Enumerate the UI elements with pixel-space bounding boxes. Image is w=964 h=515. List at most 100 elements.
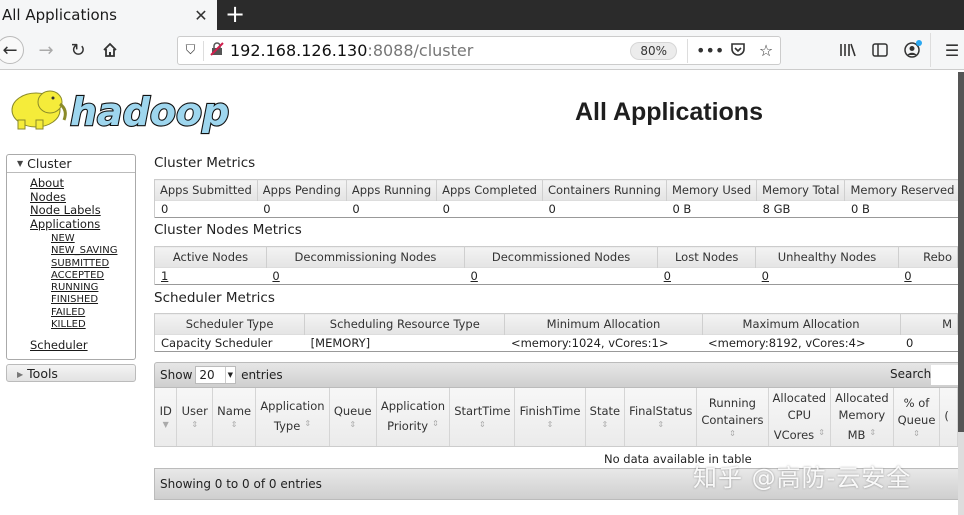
apps-running-value: 0 — [346, 200, 437, 218]
col-label: Queue — [333, 404, 372, 419]
cluster-nodes-metrics-title: Cluster Nodes Metrics — [154, 222, 302, 238]
col-percent-of-cluster[interactable]: ( — [939, 388, 958, 447]
page-title: All Applications — [575, 98, 763, 126]
col-running-containers[interactable]: Running Containers ⇕ — [696, 388, 769, 447]
containers-running-value: 0 — [542, 200, 667, 218]
sidebar-link-killed[interactable]: KILLED — [51, 319, 135, 331]
sidebar-link-accepted[interactable]: ACCEPTED — [51, 270, 135, 282]
sort-icon: ⇕ — [304, 419, 312, 429]
scheduler-metrics-table: Scheduler Type Scheduling Resource Type … — [153, 313, 958, 352]
sidebar-link-about[interactable]: About — [30, 176, 135, 191]
col-state[interactable]: State ⇕ — [585, 388, 626, 447]
chevron-down-icon: ▼ — [224, 367, 235, 383]
sort-icon: ⇕ — [729, 428, 736, 438]
col-allocated-memory-mb[interactable]: Allocated Memory MB ⇕ — [830, 388, 894, 447]
col-label: Memory — [838, 407, 886, 422]
triangle-right-icon: ▶ — [17, 369, 24, 379]
col-rebooted-nodes: Rebo — [898, 246, 958, 268]
sort-icon: ⇕ — [657, 420, 665, 430]
decommissioned-nodes-link[interactable]: 0 — [471, 269, 478, 283]
col-apps-submitted: Apps Submitted — [154, 179, 258, 201]
sidebar: ▼ Cluster About Nodes Node Labels Applica… — [6, 154, 136, 382]
col-label: CPU — [787, 407, 811, 422]
sidebar-link-new-saving[interactable]: NEW_SAVING — [51, 245, 135, 257]
sidebar-link-applications[interactable]: Applications — [30, 217, 135, 232]
show-label: Show — [160, 368, 193, 382]
sort-icon: ⇕ — [432, 419, 439, 429]
col-apps-running: Apps Running — [346, 179, 438, 201]
cluster-toggle[interactable]: ▼ Cluster — [7, 155, 135, 173]
watermark: 知乎 @高防-云安全 — [693, 464, 912, 492]
col-label: Application — [260, 399, 325, 414]
sidebar-link-running[interactable]: RUNNING — [51, 282, 135, 294]
col-id[interactable]: ID ▼ — [153, 388, 178, 447]
col-label: Name — [217, 404, 252, 419]
sidebar-link-submitted[interactable]: SUBMITTED — [51, 258, 135, 270]
decommissioning-nodes-link[interactable]: 0 — [272, 269, 279, 283]
sort-icon: ⇕ — [349, 420, 357, 430]
col-allocated-cpu-vcores[interactable]: Allocated CPU VCores ⇕ — [768, 388, 832, 447]
sort-desc-icon: ▼ — [162, 420, 169, 430]
sidebar-link-failed[interactable]: FAILED — [51, 307, 135, 319]
memory-used-value: 0 B — [666, 200, 757, 218]
hadoop-logo[interactable]: hadoop — [6, 80, 246, 140]
col-start-time[interactable]: StartTime ⇕ — [449, 388, 516, 447]
col-queue[interactable]: Queue ⇕ — [329, 388, 377, 447]
rebooted-nodes-link[interactable]: 0 — [904, 269, 911, 283]
apps-submitted-value: 0 — [154, 200, 258, 218]
scheduler-type-value: Capacity Scheduler — [153, 334, 305, 352]
memory-reserved-value: 0 B — [844, 200, 958, 218]
tools-toggle[interactable]: ▶ Tools — [6, 363, 136, 382]
triangle-down-icon: ▼ — [17, 159, 24, 168]
sort-icon: ⇕ — [191, 420, 199, 430]
col-minimum-allocation: Minimum Allocation — [504, 313, 703, 335]
col-label: State — [589, 404, 621, 419]
col-name[interactable]: Name ⇕ — [212, 388, 257, 447]
col-maximum-allocation: Maximum Allocation — [702, 313, 901, 335]
col-label: FinalStatus — [629, 404, 693, 419]
col-label: Allocated — [835, 390, 889, 405]
entries-label: entries — [241, 368, 283, 382]
col-label: MB — [847, 427, 866, 442]
col-memory-used: Memory Used — [666, 179, 758, 201]
lost-nodes-link[interactable]: 0 — [664, 269, 671, 283]
col-decommissioned-nodes: Decommissioned Nodes — [464, 246, 659, 268]
logo-text: hadoop — [70, 90, 229, 134]
col-containers-running: Containers Running — [542, 179, 667, 201]
col-label: Application — [380, 399, 446, 414]
col-finish-time[interactable]: FinishTime ⇕ — [514, 388, 586, 447]
applications-table: ID ▼ User ⇕ Name ⇕ Application Type ⇕ Queue ⇕ … — [153, 388, 958, 447]
sidebar-link-new[interactable]: NEW — [51, 233, 135, 245]
sort-icon: ⇕ — [869, 427, 877, 437]
sidebar-link-scheduler[interactable]: Scheduler — [30, 339, 135, 353]
cluster-metrics-table: Apps Submitted Apps Pending Apps Running… — [154, 179, 958, 218]
applications-table-header: ID ▼ User ⇕ Name ⇕ Application Type ⇕ Queue ⇕ … — [153, 388, 958, 447]
unhealthy-nodes-link[interactable]: 0 — [762, 269, 769, 283]
col-final-status[interactable]: FinalStatus ⇕ — [624, 388, 698, 447]
sidebar-link-finished[interactable]: FINISHED — [51, 294, 135, 306]
col-apps-pending: Apps Pending — [257, 179, 347, 201]
search-label: Search: — [890, 367, 936, 381]
col-label: ID — [159, 404, 172, 419]
sidebar-link-node-labels[interactable]: Node Labels — [30, 203, 135, 218]
col-scheduling-resource-type: Scheduling Resource Type — [304, 313, 506, 335]
cluster-metrics-title: Cluster Metrics — [154, 155, 256, 171]
sidebar-link-nodes[interactable]: Nodes — [30, 190, 135, 205]
cluster-nodes-metrics-table: Active Nodes Decommissioning Nodes Decom… — [154, 246, 958, 285]
col-application-type[interactable]: Application Type ⇕ — [255, 388, 330, 447]
page-viewport: hadoop All Applications ▼ Cluster About N… — [0, 0, 958, 515]
scrollbar-thumb[interactable] — [958, 72, 964, 432]
memory-total-value: 8 GB — [756, 200, 845, 218]
active-nodes-link[interactable]: 1 — [161, 269, 168, 283]
col-application-priority[interactable]: Application Priority ⇕ — [376, 388, 451, 447]
tools-label: Tools — [27, 365, 58, 381]
page-size-select[interactable]: 20 ▼ — [195, 366, 237, 384]
col-lost-nodes: Lost Nodes — [657, 246, 757, 268]
page-scrollbar[interactable] — [958, 72, 964, 515]
scheduler-metrics-title: Scheduler Metrics — [154, 290, 275, 306]
col-user[interactable]: User ⇕ — [176, 388, 214, 447]
col-label: ( — [944, 409, 949, 424]
col-percent-of-queue[interactable]: % of Queue ⇕ — [893, 388, 941, 447]
search-input[interactable] — [931, 365, 958, 385]
maximum-allocation-value: <memory:8192, vCores:4> — [702, 334, 901, 352]
